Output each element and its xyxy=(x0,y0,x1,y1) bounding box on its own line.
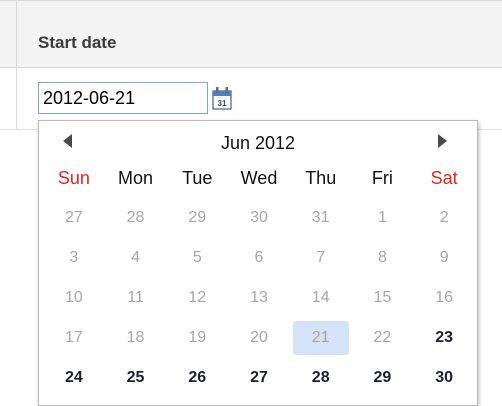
calendar-day-label: 13 xyxy=(250,289,268,306)
weekday-sat: Sat xyxy=(430,168,458,188)
calendar-day[interactable]: 31 xyxy=(290,201,352,241)
calendar-day[interactable]: 12 xyxy=(166,281,228,321)
calendar-day[interactable]: 13 xyxy=(228,281,290,321)
calendar-day-label: 21 xyxy=(292,321,349,355)
calendar-day[interactable]: 24 xyxy=(43,361,105,401)
start-date-input[interactable] xyxy=(38,82,208,114)
weekday-header-row: Sun Mon Tue Wed Thu Fri Sat xyxy=(43,163,475,193)
calendar-day[interactable]: 15 xyxy=(352,281,414,321)
calendar-day-label: 5 xyxy=(192,249,202,266)
calendar-day-label: 25 xyxy=(126,369,145,386)
calendar-day-label: 29 xyxy=(188,209,207,226)
calendar-day[interactable]: 22 xyxy=(352,321,414,361)
calendar-day[interactable]: 17 xyxy=(43,321,105,361)
calendar-day-label: 9 xyxy=(439,249,449,266)
calendar-day-label: 23 xyxy=(435,329,454,346)
calendar-day-label: 27 xyxy=(64,209,83,226)
weekday-mon: Mon xyxy=(118,168,154,188)
calendar-day-label: 1 xyxy=(377,209,387,226)
calendar-day[interactable]: 7 xyxy=(290,241,352,281)
calendar-day[interactable]: 11 xyxy=(105,281,167,321)
calendar-day[interactable]: 28 xyxy=(105,201,167,241)
calendar-day[interactable]: 27 xyxy=(228,361,290,401)
calendar-day-label: 22 xyxy=(373,329,392,346)
calendar-day-label: 18 xyxy=(126,329,145,346)
calendar-day[interactable]: 30 xyxy=(413,361,475,401)
calendar-day-label: 15 xyxy=(373,289,392,306)
calendar-day-label: 7 xyxy=(316,249,326,266)
calendar-day-label: 4 xyxy=(131,249,141,266)
calendar-day-label: 11 xyxy=(127,289,144,306)
calendar-day[interactable]: 18 xyxy=(105,321,167,361)
calendar-day[interactable]: 4 xyxy=(105,241,167,281)
month-title: Jun 2012 xyxy=(220,133,296,153)
calendar-day-label: 20 xyxy=(250,329,268,346)
calendar-day-label: 27 xyxy=(250,369,268,386)
calendar-day[interactable]: 9 xyxy=(413,241,475,281)
calendar-day-label: 31 xyxy=(311,209,330,226)
calendar-day-label: 17 xyxy=(64,329,83,346)
weekday-tue: Tue xyxy=(182,168,213,188)
calendar-day[interactable]: 3 xyxy=(43,241,105,281)
calendar-day-label: 19 xyxy=(188,329,207,346)
calendar-day[interactable]: 6 xyxy=(228,241,290,281)
calendar-day-label: 12 xyxy=(188,289,207,306)
weekday-thu: Thu xyxy=(305,168,337,188)
calendar-day[interactable]: 2 xyxy=(413,201,475,241)
calendar-day-label: 30 xyxy=(435,369,454,386)
calendar-day-label: 2 xyxy=(439,209,449,226)
page: Start date 31 Jun 2012 xyxy=(0,0,502,406)
calendar-day-label: 29 xyxy=(373,369,392,386)
calendar-day[interactable]: 30 xyxy=(228,201,290,241)
start-date-column-header[interactable]: Start date xyxy=(38,33,116,53)
calendar-popup: Jun 2012 Sun Mon Tue Wed Thu Fri Sat 27 2… xyxy=(38,120,478,406)
weekday-fri: Fri xyxy=(371,168,393,188)
calendar-day[interactable]: 26 xyxy=(166,361,228,401)
calendar-day-label: 10 xyxy=(64,289,83,306)
weekday-sun: Sun xyxy=(57,168,90,188)
calendar-day-label: 6 xyxy=(254,249,264,266)
calendar-day-label: 30 xyxy=(250,209,268,226)
calendar-day-label: 24 xyxy=(64,369,83,386)
calendar-days-grid: 27 28 29 30 31 1 2 3 4 5 6 7 8 9 10 11 12 13 14 15 16 17 18 19 2… xyxy=(43,201,475,401)
weekday-wed: Wed xyxy=(240,168,278,188)
calendar-day[interactable]: 25 xyxy=(105,361,167,401)
calendar-day[interactable]: 10 xyxy=(43,281,105,321)
calendar-icon: 31 xyxy=(212,87,232,110)
calendar-day[interactable]: 14 xyxy=(290,281,352,321)
calendar-day[interactable]: 29 xyxy=(166,201,228,241)
calendar-day-label: 14 xyxy=(311,289,330,306)
calendar-day[interactable]: 27 xyxy=(43,201,105,241)
grid-divider xyxy=(16,0,17,130)
calendar-day[interactable]: 19 xyxy=(166,321,228,361)
calendar-day-label: 16 xyxy=(435,289,454,306)
calendar-day-label: 8 xyxy=(377,249,387,266)
calendar-day[interactable]: 20 xyxy=(228,321,290,361)
calendar-day-selected[interactable]: 21 xyxy=(290,321,352,361)
calendar-day[interactable]: 5 xyxy=(166,241,228,281)
calendar-day[interactable]: 16 xyxy=(413,281,475,321)
grid-header: Start date xyxy=(0,0,502,68)
calendar-day[interactable]: 23 xyxy=(413,321,475,361)
calendar-day-label: 3 xyxy=(69,249,79,266)
calendar-day-label: 26 xyxy=(188,369,207,386)
calendar-navigation: Jun 2012 xyxy=(39,121,477,161)
calendar-day[interactable]: 28 xyxy=(290,361,352,401)
next-month-button[interactable] xyxy=(437,133,453,149)
calendar-trigger-button[interactable]: 31 xyxy=(208,82,236,114)
triangle-right-icon xyxy=(438,134,447,148)
calendar-day[interactable]: 1 xyxy=(352,201,414,241)
calendar-day-label: 28 xyxy=(311,369,330,386)
calendar-icon-day: 31 xyxy=(218,99,227,108)
calendar-day[interactable]: 8 xyxy=(352,241,414,281)
calendar-day-label: 28 xyxy=(126,209,145,226)
calendar-day[interactable]: 29 xyxy=(352,361,414,401)
